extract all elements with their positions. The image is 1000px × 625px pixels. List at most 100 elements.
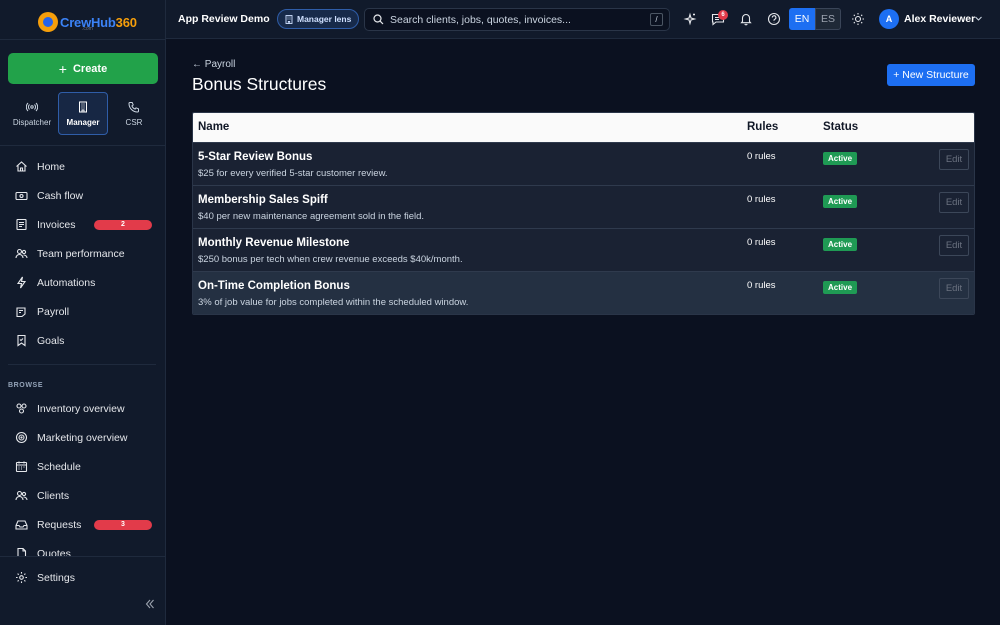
sidebar-item-quotes[interactable]: Quotes (0, 539, 166, 556)
bonus-structures-table: Name Rules Status 5-Star Review Bonus $2… (192, 112, 975, 315)
top-bar: App Review Demo Manager lens / 6 EN ES A… (166, 0, 1000, 39)
create-button-label: Create (72, 62, 108, 75)
edit-button[interactable]: Edit (939, 192, 969, 213)
sidebar-item-label: Settings (37, 571, 75, 584)
sidebar-item-requests[interactable]: Requests 3 (0, 510, 166, 539)
lens-manager[interactable]: Manager (58, 92, 108, 135)
sidebar-item-label: Team performance (37, 247, 125, 260)
cash-icon (15, 191, 28, 201)
clients-icon (15, 490, 28, 501)
sidebar-item-goals[interactable]: Goals (0, 326, 166, 355)
chevron-down-icon[interactable] (974, 14, 983, 23)
lang-en-button[interactable]: EN (789, 8, 815, 30)
page-title: Bonus Structures (192, 74, 327, 94)
lens-switcher: Dispatcher Manager CSR (8, 92, 158, 135)
main-nav: Home Cash flow Invoices 2 Team performan… (0, 152, 166, 355)
collapse-sidebar-icon[interactable] (144, 598, 156, 610)
building-icon (79, 101, 87, 112)
edit-button[interactable]: Edit (939, 278, 969, 299)
help-icon[interactable] (767, 12, 781, 26)
sidebar-divider (8, 364, 156, 365)
table-row[interactable]: 5-Star Review Bonus $25 for every verifi… (193, 142, 974, 185)
lens-dispatcher[interactable]: Dispatcher (8, 92, 56, 135)
browse-section-label: BROWSE (8, 382, 44, 389)
logo-mark-icon (38, 12, 58, 32)
sidebar-item-marketing-overview[interactable]: Marketing overview (0, 423, 166, 452)
sidebar: CrewHub360 .com + Create Dispatcher Mana… (0, 0, 166, 625)
inventory-icon (16, 403, 27, 414)
bolt-icon (16, 276, 27, 289)
row-rules-count: 0 rules (747, 237, 776, 248)
row-name: On-Time Completion Bonus (198, 280, 350, 292)
gear-icon (16, 572, 27, 583)
column-header-status: Status (823, 121, 859, 133)
row-description: $25 for every verified 5-star customer r… (198, 168, 388, 179)
sidebar-item-schedule[interactable]: Schedule (0, 452, 166, 481)
sidebar-item-label: Inventory overview (37, 402, 125, 415)
sparkle-icon[interactable] (683, 12, 697, 26)
sidebar-item-payroll[interactable]: Payroll (0, 297, 166, 326)
manager-lens-pill[interactable]: Manager lens (277, 9, 360, 29)
new-structure-button[interactable]: + New Structure (887, 64, 975, 86)
status-badge: Active (823, 195, 858, 208)
sidebar-item-team-performance[interactable]: Team performance (0, 239, 166, 268)
home-icon (16, 161, 27, 172)
target-icon (15, 431, 28, 444)
back-to-payroll-link[interactable]: ← Payroll (192, 59, 235, 70)
table-row[interactable]: Membership Sales Spiff $40 per new maint… (193, 185, 974, 228)
requests-count-badge: 3 (94, 519, 152, 530)
building-icon (285, 14, 293, 24)
user-avatar[interactable]: A (879, 9, 899, 29)
lens-dispatcher-label: Dispatcher (12, 117, 52, 127)
edit-button[interactable]: Edit (939, 235, 969, 256)
table-row[interactable]: On-Time Completion Bonus 3% of job value… (193, 271, 974, 314)
lens-csr[interactable]: CSR (110, 92, 158, 135)
manager-lens-label: Manager lens (297, 14, 352, 24)
sidebar-item-inventory-overview[interactable]: Inventory overview (0, 394, 166, 423)
table-header: Name Rules Status (193, 113, 974, 142)
sidebar-item-home[interactable]: Home (0, 152, 166, 181)
sidebar-item-clients[interactable]: Clients (0, 481, 166, 510)
sidebar-divider (0, 556, 166, 557)
sidebar-item-label: Requests (37, 518, 82, 531)
search-icon (373, 14, 384, 25)
user-name[interactable]: Alex Reviewer (904, 13, 975, 25)
logo-sub: .com (82, 26, 93, 32)
payroll-icon (16, 307, 26, 318)
sidebar-item-label: Schedule (37, 460, 81, 473)
sidebar-item-automations[interactable]: Automations (0, 268, 166, 297)
row-name: Monthly Revenue Milestone (198, 237, 350, 249)
plus-icon: + (58, 60, 67, 77)
sidebar-item-label: Invoices (37, 218, 76, 231)
sidebar-item-cash-flow[interactable]: Cash flow (0, 181, 166, 210)
bell-icon[interactable] (739, 12, 753, 26)
sidebar-item-label: Payroll (37, 305, 70, 318)
lens-manager-label: Manager (66, 117, 100, 127)
sidebar-item-settings[interactable]: Settings (0, 563, 166, 592)
column-header-rules: Rules (747, 121, 779, 133)
quote-icon (17, 547, 27, 556)
sidebar-divider (0, 39, 166, 40)
lens-csr-label: CSR (125, 117, 143, 127)
sidebar-item-label: Clients (37, 489, 70, 502)
sun-icon[interactable] (851, 12, 865, 26)
sidebar-item-label: Marketing overview (37, 431, 128, 444)
calendar-icon (15, 461, 28, 473)
sidebar-item-label: Goals (37, 334, 65, 347)
row-description: $40 per new maintenance agreement sold i… (198, 211, 425, 222)
goal-icon (17, 334, 26, 347)
settings-nav: Settings (0, 563, 166, 592)
radio-icon (26, 102, 38, 111)
sidebar-item-invoices[interactable]: Invoices 2 (0, 210, 166, 239)
create-button[interactable]: + Create (8, 53, 158, 84)
search-input[interactable] (390, 13, 640, 26)
sidebar-item-label: Quotes (37, 547, 71, 557)
global-search[interactable]: / (364, 8, 670, 31)
row-description: $250 bonus per tech when crew revenue ex… (198, 254, 463, 265)
lang-es-button[interactable]: ES (815, 8, 841, 30)
table-row[interactable]: Monthly Revenue Milestone $250 bonus per… (193, 228, 974, 271)
status-badge: Active (823, 281, 858, 294)
app-title: App Review Demo (178, 13, 270, 25)
team-icon (15, 248, 28, 259)
edit-button[interactable]: Edit (939, 149, 969, 170)
